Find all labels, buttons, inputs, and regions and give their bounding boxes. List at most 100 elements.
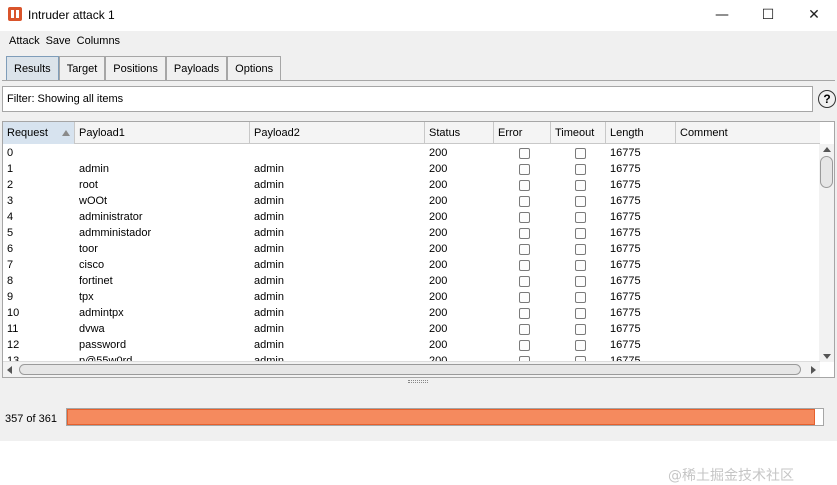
cell-payload2: admin <box>254 243 284 255</box>
cell-comment <box>676 273 820 289</box>
timeout-checkbox <box>575 259 586 271</box>
table-row[interactable]: 10 admintpx admin 200 16775 <box>3 305 820 321</box>
help-icon[interactable]: ? <box>818 90 836 108</box>
cell-payload1: password <box>79 339 127 351</box>
tab-target[interactable]: Target <box>58 56 106 80</box>
filter-bar[interactable]: Filter: Showing all items <box>2 86 813 112</box>
table-row[interactable]: 12 password admin 200 16775 <box>3 337 820 353</box>
cell-payload1: dvwa <box>79 323 105 335</box>
cell-payload2 <box>250 145 425 161</box>
table-row[interactable]: 6 toor admin 200 16775 <box>3 241 820 257</box>
table-row[interactable]: 4 administrator admin 200 16775 <box>3 209 820 225</box>
vertical-scrollbar[interactable] <box>819 144 834 362</box>
cell-request: 5 <box>7 227 14 239</box>
tab-results[interactable]: Results <box>6 56 59 80</box>
cell-payload2: admin <box>254 179 284 191</box>
vertical-scroll-thumb[interactable] <box>820 156 833 188</box>
progress-bar <box>66 408 824 426</box>
menu-attack[interactable]: Attack <box>6 35 43 47</box>
cell-length: 16775 <box>610 323 641 335</box>
cell-comment <box>676 209 820 225</box>
table-row[interactable]: 2 root admin 200 16775 <box>3 177 820 193</box>
table-row[interactable]: 3 wOOt admin 200 16775 <box>3 193 820 209</box>
tab-options[interactable]: Options <box>227 56 282 80</box>
cell-comment <box>676 257 820 273</box>
cell-length: 16775 <box>610 179 641 191</box>
cell-length: 16775 <box>610 227 641 239</box>
cell-comment <box>676 193 820 209</box>
timeout-checkbox <box>575 195 586 207</box>
cell-length: 16775 <box>610 307 641 319</box>
column-header-status[interactable]: Status <box>425 122 494 144</box>
cell-payload2: admin <box>254 339 284 351</box>
cell-request: 4 <box>7 211 14 223</box>
table-header: Request Payload1 Payload2 Status Error T… <box>3 122 820 144</box>
close-button[interactable]: ✕ <box>791 0 837 30</box>
table-row[interactable]: 1 admin admin 200 16775 <box>3 161 820 177</box>
column-header-error[interactable]: Error <box>494 122 551 144</box>
error-checkbox <box>519 291 530 303</box>
cell-comment <box>676 225 820 241</box>
cell-payload1: tpx <box>79 291 94 303</box>
error-checkbox <box>519 339 530 351</box>
cell-status: 200 <box>429 179 448 191</box>
cell-payload2: admin <box>254 323 284 335</box>
cell-request: 0 <box>7 147 14 159</box>
cell-payload2: admin <box>254 211 284 223</box>
scroll-down-icon[interactable] <box>823 354 831 359</box>
cell-status: 200 <box>429 323 448 335</box>
cell-comment <box>676 241 820 257</box>
error-checkbox <box>519 275 530 287</box>
timeout-checkbox <box>575 323 586 335</box>
cell-request: 2 <box>7 179 14 191</box>
cell-payload1 <box>75 145 250 161</box>
cell-status: 200 <box>429 243 448 255</box>
cell-payload2: admin <box>254 195 284 207</box>
progress-bar-fill <box>67 409 815 425</box>
table-row[interactable]: 11 dvwa admin 200 16775 <box>3 321 820 337</box>
cell-payload2: admin <box>254 275 284 287</box>
table-row[interactable]: 0 200 16775 <box>3 145 820 161</box>
cell-status: 200 <box>429 307 448 319</box>
table-row[interactable]: 5 admministador admin 200 16775 <box>3 225 820 241</box>
column-header-payload1[interactable]: Payload1 <box>75 122 250 144</box>
error-checkbox <box>519 147 530 159</box>
table-row[interactable]: 7 cisco admin 200 16775 <box>3 257 820 273</box>
minimize-button[interactable]: — <box>699 0 745 30</box>
table-row[interactable]: 8 fortinet admin 200 16775 <box>3 273 820 289</box>
error-checkbox <box>519 259 530 271</box>
cell-request: 7 <box>7 259 14 271</box>
cell-comment <box>676 321 820 337</box>
cell-status: 200 <box>429 291 448 303</box>
error-checkbox <box>519 227 530 239</box>
horizontal-scrollbar[interactable] <box>3 361 820 377</box>
error-checkbox <box>519 195 530 207</box>
table-row[interactable]: 9 tpx admin 200 16775 <box>3 289 820 305</box>
column-header-comment[interactable]: Comment <box>676 122 820 144</box>
menu-columns[interactable]: Columns <box>74 35 123 47</box>
scroll-up-icon[interactable] <box>823 147 831 152</box>
tab-positions[interactable]: Positions <box>105 56 166 80</box>
column-header-length[interactable]: Length <box>606 122 676 144</box>
panel-splitter-handle[interactable] <box>408 380 428 383</box>
column-header-request[interactable]: Request <box>3 122 75 144</box>
tab-payloads[interactable]: Payloads <box>165 56 228 80</box>
scroll-left-icon[interactable] <box>7 366 12 374</box>
menu-save[interactable]: Save <box>43 35 74 47</box>
filter-label: Filter: Showing all items <box>7 93 124 105</box>
attack-workarea: Results Target Positions Payloads Option… <box>0 51 837 484</box>
column-header-payload2[interactable]: Payload2 <box>250 122 425 144</box>
cell-status: 200 <box>429 195 448 207</box>
scroll-right-icon[interactable] <box>811 366 816 374</box>
cell-comment <box>676 337 820 353</box>
column-header-timeout[interactable]: Timeout <box>551 122 606 144</box>
timeout-checkbox <box>575 243 586 255</box>
timeout-checkbox <box>575 339 586 351</box>
cell-length: 16775 <box>610 163 641 175</box>
title-bar: Intruder attack 1 — ☐ ✕ <box>0 0 837 30</box>
horizontal-scroll-thumb[interactable] <box>19 364 801 375</box>
timeout-checkbox <box>575 307 586 319</box>
burp-app-icon <box>8 7 22 21</box>
cell-payload1: admin <box>79 163 109 175</box>
maximize-button[interactable]: ☐ <box>745 0 791 30</box>
